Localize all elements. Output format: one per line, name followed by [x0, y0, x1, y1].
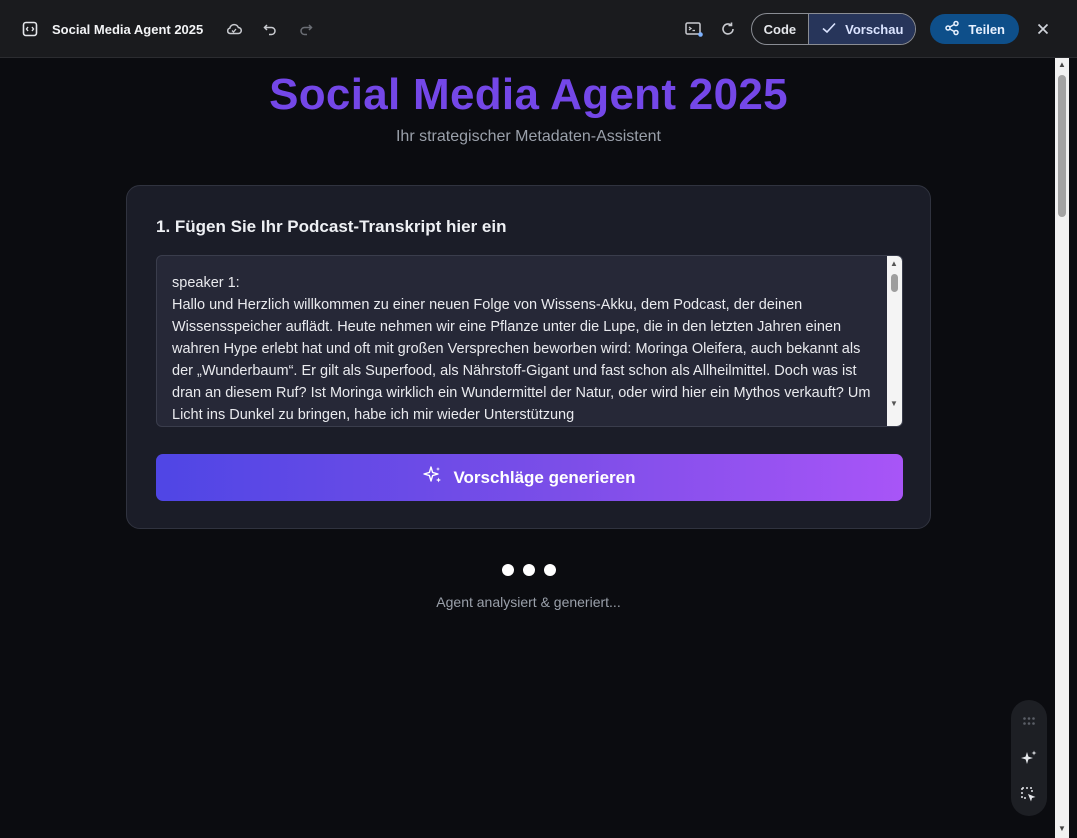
- preview-area: Social Media Agent 2025 Ihr strategische…: [0, 58, 1053, 838]
- floating-toolbar: [1011, 700, 1047, 816]
- loading-indicator: [502, 564, 556, 576]
- loading-dot: [523, 564, 535, 576]
- drag-handle-icon[interactable]: [1020, 712, 1038, 730]
- transcript-textarea[interactable]: speaker 1: Hallo und Herzlich willkommen…: [156, 255, 903, 427]
- scroll-up-icon[interactable]: ▲: [1058, 60, 1066, 69]
- terminal-icon[interactable]: [683, 18, 705, 40]
- page-scrollbar[interactable]: ▲ ▼: [1055, 58, 1069, 838]
- app-title: Social Media Agent 2025: [52, 21, 204, 37]
- share-label: Teilen: [968, 21, 1005, 37]
- scroll-down-icon[interactable]: ▼: [890, 399, 898, 408]
- preview-label: Vorschau: [845, 21, 904, 37]
- toolbar-right: Code Vorschau Teilen: [683, 0, 1053, 58]
- transcript-card: 1. Fügen Sie Ihr Podcast-Transkript hier…: [126, 185, 931, 529]
- generate-button[interactable]: Vorschläge generieren: [156, 454, 903, 501]
- share-button[interactable]: Teilen: [930, 14, 1019, 44]
- generate-label: Vorschläge generieren: [453, 467, 636, 487]
- page-scroll-thumb[interactable]: [1058, 75, 1066, 217]
- refresh-icon[interactable]: [717, 18, 739, 40]
- toolbar-left: Social Media Agent 2025: [22, 0, 317, 58]
- check-icon: [821, 21, 837, 38]
- loading-dot: [502, 564, 514, 576]
- loading-dot: [544, 564, 556, 576]
- code-button[interactable]: Code: [752, 14, 809, 44]
- transcript-label: 1. Fügen Sie Ihr Podcast-Transkript hier…: [156, 217, 507, 236]
- page-subtitle: Ihr strategischer Metadaten-Assistent: [395, 128, 661, 145]
- top-toolbar: Social Media Agent 2025 Code Vorschau Te…: [0, 0, 1077, 58]
- app-frame-icon: [22, 21, 38, 37]
- transcript-text[interactable]: speaker 1: Hallo und Herzlich willkommen…: [172, 272, 872, 426]
- cloud-sync-icon[interactable]: [223, 18, 245, 40]
- page-title: Social Media Agent 2025: [269, 70, 788, 119]
- close-icon[interactable]: [1033, 19, 1053, 39]
- scroll-down-icon[interactable]: ▼: [1058, 824, 1066, 833]
- textarea-scroll-thumb[interactable]: [891, 274, 898, 292]
- ai-sparkle-icon[interactable]: [1020, 749, 1038, 767]
- undo-icon[interactable]: [259, 18, 281, 40]
- scroll-up-icon[interactable]: ▲: [890, 259, 898, 268]
- preview-button[interactable]: Vorschau: [808, 14, 916, 44]
- sparkle-icon: [423, 465, 443, 490]
- view-toggle: Code Vorschau: [750, 13, 917, 45]
- loading-status: Agent analysiert & generiert...: [436, 594, 621, 610]
- code-label: Code: [763, 21, 797, 37]
- textarea-scrollbar[interactable]: ▲ ▼: [887, 256, 902, 426]
- select-element-icon[interactable]: [1020, 786, 1038, 804]
- share-icon: [944, 20, 960, 39]
- redo-icon[interactable]: [295, 18, 317, 40]
